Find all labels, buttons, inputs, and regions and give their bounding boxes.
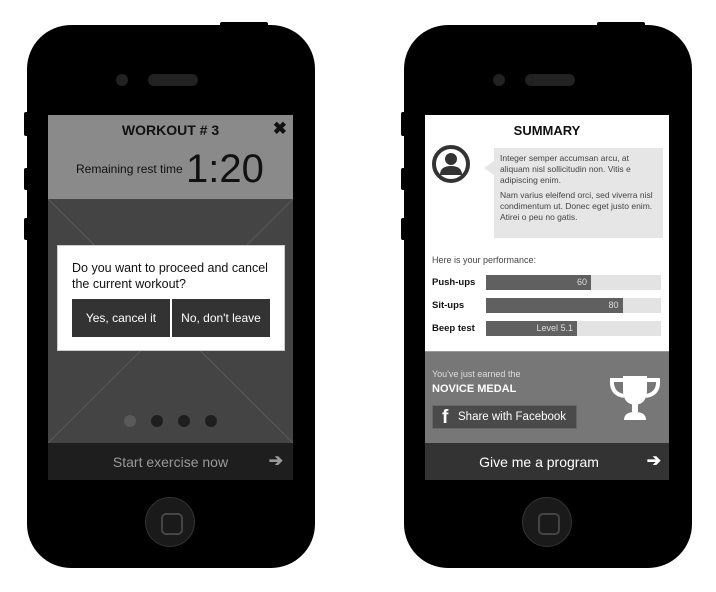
coach-message-bubble: Integer semper accumsan arcu, at aliquam… (494, 148, 663, 238)
share-label: Share with Facebook (458, 411, 567, 423)
volume-down-button (401, 218, 407, 240)
mute-switch (401, 112, 407, 136)
workout-title: WORKOUT # 3 (121, 122, 220, 138)
page-dot[interactable] (124, 415, 136, 427)
page-dot[interactable] (178, 415, 190, 427)
facebook-icon: f (442, 407, 449, 428)
rest-label: Remaining rest time (76, 162, 183, 176)
stat-value: 60 (576, 277, 587, 287)
start-exercise-button[interactable]: Start exercise now ➔ (48, 443, 293, 480)
page-dot[interactable] (151, 415, 163, 427)
page-indicator (48, 415, 293, 427)
close-x-icon[interactable]: ✖ (273, 119, 287, 139)
power-button (597, 22, 645, 28)
volume-down-button (24, 218, 30, 240)
volume-up-button (24, 168, 30, 190)
dialog-message: Do you want to proceed and cancel the cu… (72, 261, 268, 291)
start-exercise-label: Start exercise now (112, 454, 229, 470)
user-avatar-icon (432, 145, 470, 183)
medal-section: You've just earned the NOVICE MEDAL f Sh… (425, 351, 669, 443)
arrow-right-icon: ➔ (268, 451, 283, 470)
stat-bar-track: Level 5.1 (486, 321, 661, 336)
stat-row: Push-ups 60 (425, 275, 669, 291)
workout-screen: WORKOUT # 3 ✖ Remaining rest time 1:20 D… (48, 115, 293, 480)
summary-title: SUMMARY (513, 123, 581, 138)
stat-row: Sit-ups 80 (425, 298, 669, 314)
page-dot[interactable] (205, 415, 217, 427)
give-program-button[interactable]: Give me a program ➔ (425, 443, 669, 480)
trophy-icon (609, 376, 661, 420)
message-paragraph: Integer semper accumsan arcu, at aliquam… (500, 153, 631, 185)
stat-bar-fill: Level 5.1 (486, 321, 577, 336)
summary-screen: SUMMARY Integer semper accumsan arcu, at… (425, 115, 669, 480)
power-button (220, 22, 268, 28)
share-facebook-button[interactable]: f Share with Facebook (432, 405, 577, 429)
stat-bar-fill: 60 (486, 275, 591, 290)
arrow-right-icon: ➔ (646, 451, 661, 470)
stat-label: Sit-ups (432, 300, 465, 311)
stat-label: Beep test (432, 323, 475, 334)
workout-header: WORKOUT # 3 ✖ Remaining rest time 1:20 (48, 115, 293, 199)
rest-timer: 1:20 (186, 147, 264, 191)
home-button[interactable] (522, 497, 572, 547)
dont-leave-button[interactable]: No, don't leave (172, 299, 270, 337)
volume-up-button (401, 168, 407, 190)
stat-value: Level 5.1 (536, 323, 573, 333)
speaker (525, 74, 575, 86)
stat-bar-fill: 80 (486, 298, 623, 313)
phone-left: WORKOUT # 3 ✖ Remaining rest time 1:20 D… (24, 22, 315, 568)
mute-switch (24, 112, 30, 136)
performance-label: Here is your performance: (432, 255, 537, 265)
phone-right: SUMMARY Integer semper accumsan arcu, at… (401, 22, 692, 568)
camera (493, 74, 505, 86)
stat-row: Beep test Level 5.1 (425, 321, 669, 337)
medal-intro: You've just earned the (432, 369, 521, 379)
speaker (148, 74, 198, 86)
stat-value: 80 (608, 300, 619, 310)
message-paragraph: Nam varius eleifend orci, sed viverra ni… (500, 190, 653, 222)
stat-label: Push-ups (432, 277, 476, 288)
stat-bar-track: 60 (486, 275, 661, 290)
stat-bar-track: 80 (486, 298, 661, 313)
home-button[interactable] (145, 497, 195, 547)
give-program-label: Give me a program (479, 454, 599, 470)
camera (116, 74, 128, 86)
confirm-cancel-button[interactable]: Yes, cancel it (72, 299, 170, 337)
cancel-dialog: Do you want to proceed and cancel the cu… (57, 245, 285, 351)
medal-name: NOVICE MEDAL (432, 383, 517, 395)
